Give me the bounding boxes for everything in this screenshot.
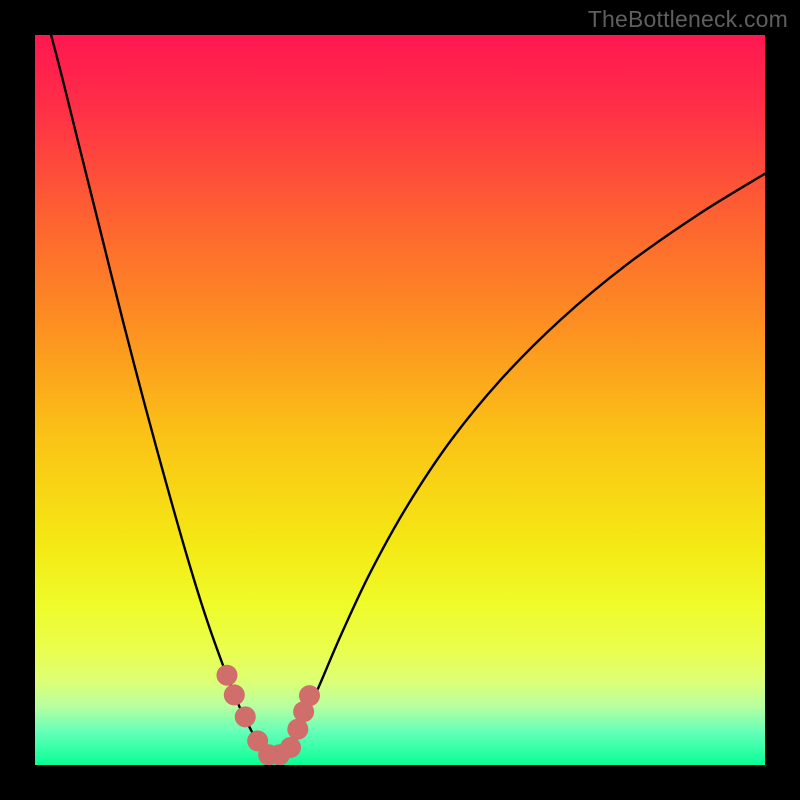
outer-frame: TheBottleneck.com <box>0 0 800 800</box>
curve-marker <box>235 706 256 727</box>
curve-marker <box>224 684 245 705</box>
plot-area <box>35 35 765 765</box>
curve-marker <box>280 737 301 758</box>
curve-marker <box>299 685 320 706</box>
watermark-text: TheBottleneck.com <box>588 6 788 33</box>
chart-svg <box>35 35 765 765</box>
curve-marker <box>216 665 237 686</box>
